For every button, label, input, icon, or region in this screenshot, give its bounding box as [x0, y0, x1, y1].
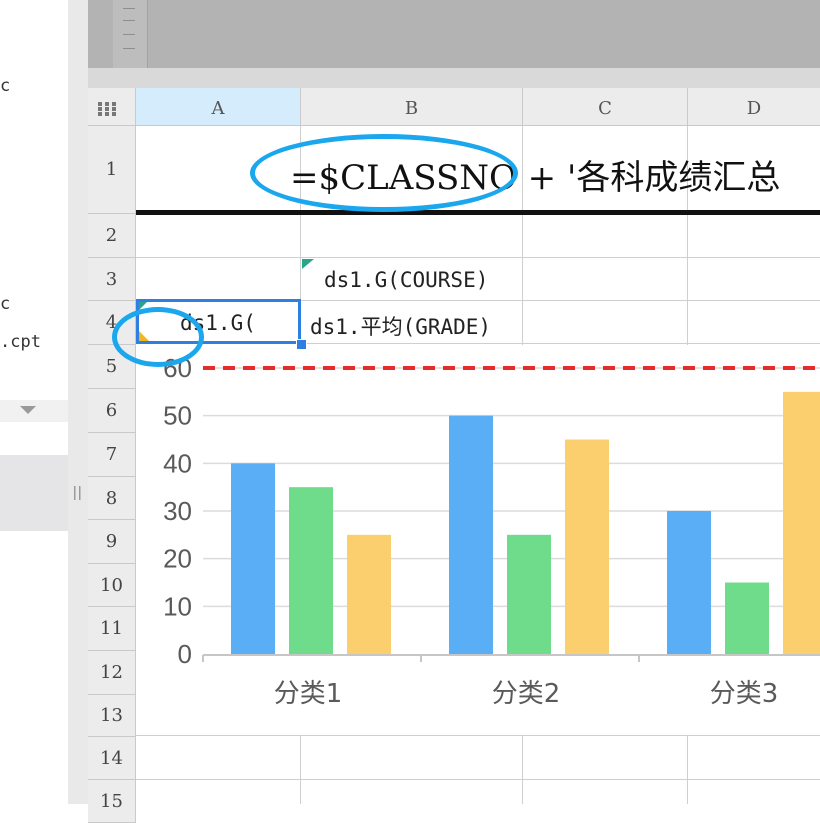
row-header-12[interactable]: 12 — [88, 651, 136, 695]
chart-category-label: 分类3 — [710, 679, 779, 709]
chart-category-label: 分类2 — [492, 679, 561, 709]
grid-line — [687, 735, 688, 804]
chart-y-tick-label: 40 — [163, 448, 192, 478]
row-header-1[interactable]: 1 — [88, 126, 136, 214]
chart-bar — [347, 534, 391, 654]
row-header-11[interactable]: 11 — [88, 607, 136, 651]
grid-line — [136, 735, 820, 736]
row-header-15[interactable]: 15 — [88, 780, 136, 823]
annotation-oval — [112, 307, 204, 367]
chart-bar — [289, 487, 333, 654]
cell-b4-formula[interactable]: ds1.平均(GRADE) — [310, 311, 491, 341]
title-bottom-border — [136, 210, 820, 215]
grid-line — [136, 779, 820, 780]
row-header-7[interactable]: 7 — [88, 433, 136, 477]
chart-bar — [449, 415, 493, 654]
row-header-9[interactable]: 9 — [88, 520, 136, 564]
chevron-down-icon[interactable] — [20, 406, 36, 416]
row-header-6[interactable]: 6 — [88, 389, 136, 433]
grid-line — [522, 735, 523, 804]
column-header-c[interactable]: C — [523, 88, 688, 126]
grid-icon[interactable] — [98, 102, 118, 116]
panel-resize-handle[interactable] — [68, 0, 88, 804]
annotation-oval — [250, 134, 518, 212]
chart-y-tick-label: 20 — [163, 544, 192, 574]
row-header-3[interactable]: 3 — [88, 258, 136, 301]
chart-bar — [725, 582, 769, 654]
toolbar-bottom-strip — [88, 68, 820, 88]
column-header-b[interactable]: B — [301, 88, 523, 126]
chart-category-label: 分类1 — [274, 679, 343, 709]
row-header-8[interactable]: 8 — [88, 477, 136, 520]
column-header-d[interactable]: D — [688, 88, 820, 126]
row-header-2[interactable]: 2 — [88, 214, 136, 258]
chart-bar — [507, 534, 551, 654]
vertical-ruler — [113, 0, 148, 68]
panel-divider-bar[interactable] — [0, 400, 68, 422]
row-header-10[interactable]: 10 — [88, 564, 136, 607]
grid-line — [136, 257, 820, 258]
chart-bar — [231, 463, 275, 654]
toolbar-area — [88, 0, 820, 68]
chart-y-tick-label: 0 — [178, 639, 192, 669]
chart-bar — [783, 391, 820, 654]
column-header-a[interactable]: A — [136, 88, 301, 126]
left-panel-text: c — [0, 294, 11, 314]
chart-bar — [667, 511, 711, 654]
row-header-14[interactable]: 14 — [88, 737, 136, 780]
cell-b3-formula[interactable]: ds1.G(COURSE) — [324, 268, 488, 292]
chart-y-tick-label: 30 — [163, 496, 192, 526]
left-panel-file-name[interactable]: .cpt — [0, 332, 41, 352]
bar-chart[interactable]: 0102030405060分类1 分类2 分类3 — [136, 344, 820, 735]
left-panel-selected-item[interactable] — [0, 455, 68, 531]
drag-handle-icon[interactable] — [73, 486, 83, 500]
grid-line — [300, 735, 301, 804]
chart-bar — [565, 439, 609, 654]
chart-y-tick-label: 50 — [163, 401, 192, 431]
row-header-13[interactable]: 13 — [88, 695, 136, 737]
left-panel-text: c — [0, 76, 11, 96]
cell-flag-icon — [302, 259, 314, 269]
chart-y-tick-label: 10 — [163, 591, 192, 621]
